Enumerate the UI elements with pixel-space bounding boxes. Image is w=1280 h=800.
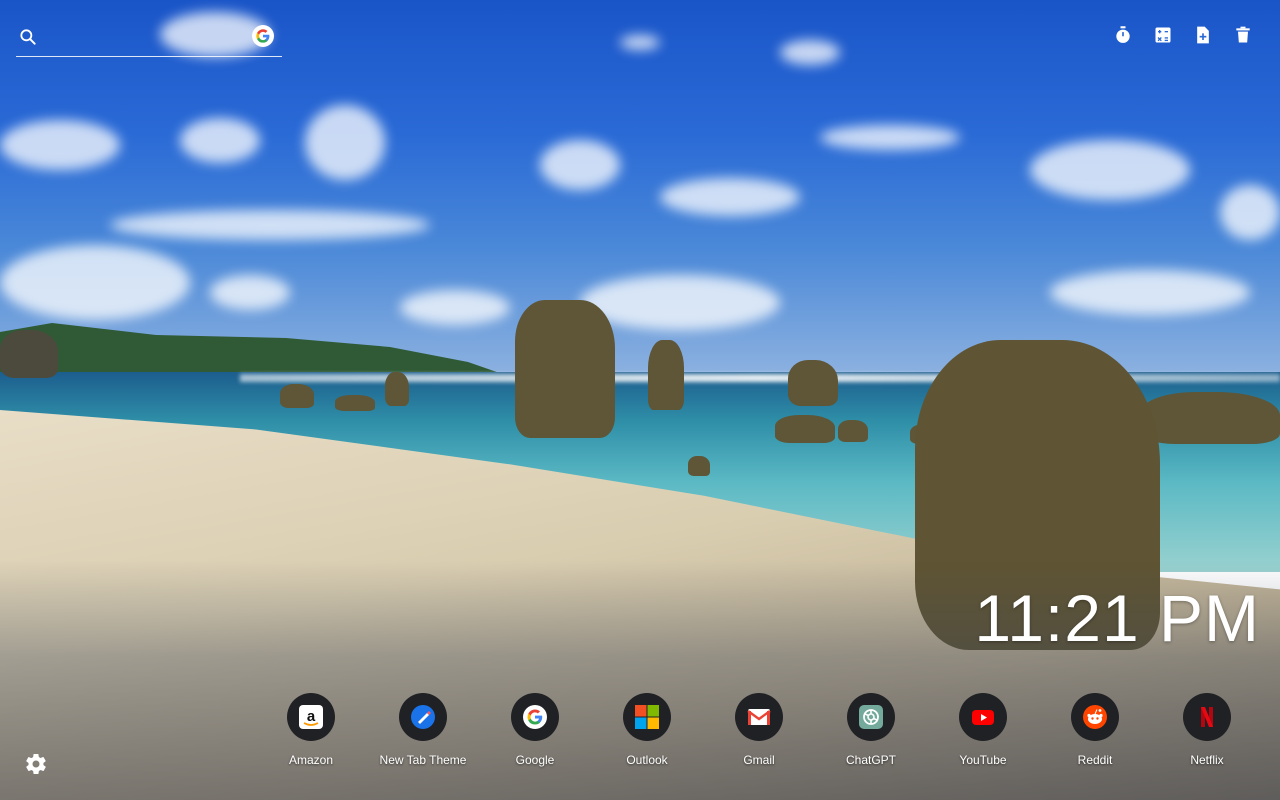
chatgpt-icon (847, 693, 895, 741)
trash-icon[interactable] (1232, 24, 1254, 46)
wallpaper-rock (788, 360, 838, 406)
wallpaper-rock (335, 395, 375, 411)
wallpaper-rock (775, 415, 835, 443)
shortcut-label: YouTube (959, 753, 1007, 767)
shortcut-reddit[interactable]: Reddit (1039, 693, 1151, 767)
wallpaper-rock (838, 420, 868, 442)
shortcut-label: Reddit (1077, 753, 1113, 767)
wallpaper-sky (0, 0, 1280, 380)
shortcut-label: Gmail (743, 753, 775, 767)
wallpaper-rock (515, 300, 615, 438)
shortcut-gmail[interactable]: Gmail (703, 693, 815, 767)
timer-icon[interactable] (1112, 24, 1134, 46)
new-tab-theme-icon (399, 693, 447, 741)
shortcut-netflix[interactable]: Netflix (1151, 693, 1263, 767)
shortcut-bar: a Amazon New Tab Theme Google Outlook Gm… (255, 693, 1263, 767)
shortcut-youtube[interactable]: YouTube (927, 693, 1039, 767)
new-tab-page: 11:21 PM a Amazon New Tab Theme Google O… (0, 0, 1280, 800)
shortcut-chatgpt[interactable]: ChatGPT (815, 693, 927, 767)
search-icon (18, 27, 38, 47)
youtube-icon (959, 693, 1007, 741)
amazon-icon: a (287, 693, 335, 741)
shortcut-label: Netflix (1190, 753, 1224, 767)
wallpaper-rock (385, 372, 409, 406)
search-input[interactable] (46, 26, 250, 52)
add-note-icon[interactable] (1192, 24, 1214, 46)
google-icon (511, 693, 559, 741)
google-logo-icon[interactable] (252, 25, 274, 47)
gear-icon[interactable] (24, 752, 48, 776)
shortcut-label: New Tab Theme (379, 753, 467, 767)
shortcut-amazon[interactable]: a Amazon (255, 693, 367, 767)
shortcut-new-tab-theme[interactable]: New Tab Theme (367, 693, 479, 767)
wallpaper-rock (688, 456, 710, 476)
shortcut-label: Google (515, 753, 555, 767)
shortcut-google[interactable]: Google (479, 693, 591, 767)
clock: 11:21 PM (974, 581, 1260, 655)
wallpaper-rock (280, 384, 314, 408)
svg-text:a: a (307, 708, 316, 725)
search-bar[interactable] (16, 22, 282, 57)
gmail-icon (735, 693, 783, 741)
netflix-icon (1183, 693, 1231, 741)
wallpaper-rock (1140, 392, 1280, 444)
shortcut-label: Outlook (626, 753, 668, 767)
wallpaper-rock (0, 330, 58, 378)
shortcut-outlook[interactable]: Outlook (591, 693, 703, 767)
wallpaper-rock (648, 340, 684, 410)
calculator-icon[interactable] (1152, 24, 1174, 46)
shortcut-label: ChatGPT (845, 753, 896, 767)
top-toolbar (1112, 24, 1254, 46)
outlook-icon (623, 693, 671, 741)
shortcut-label: Amazon (288, 753, 334, 767)
reddit-icon (1071, 693, 1119, 741)
